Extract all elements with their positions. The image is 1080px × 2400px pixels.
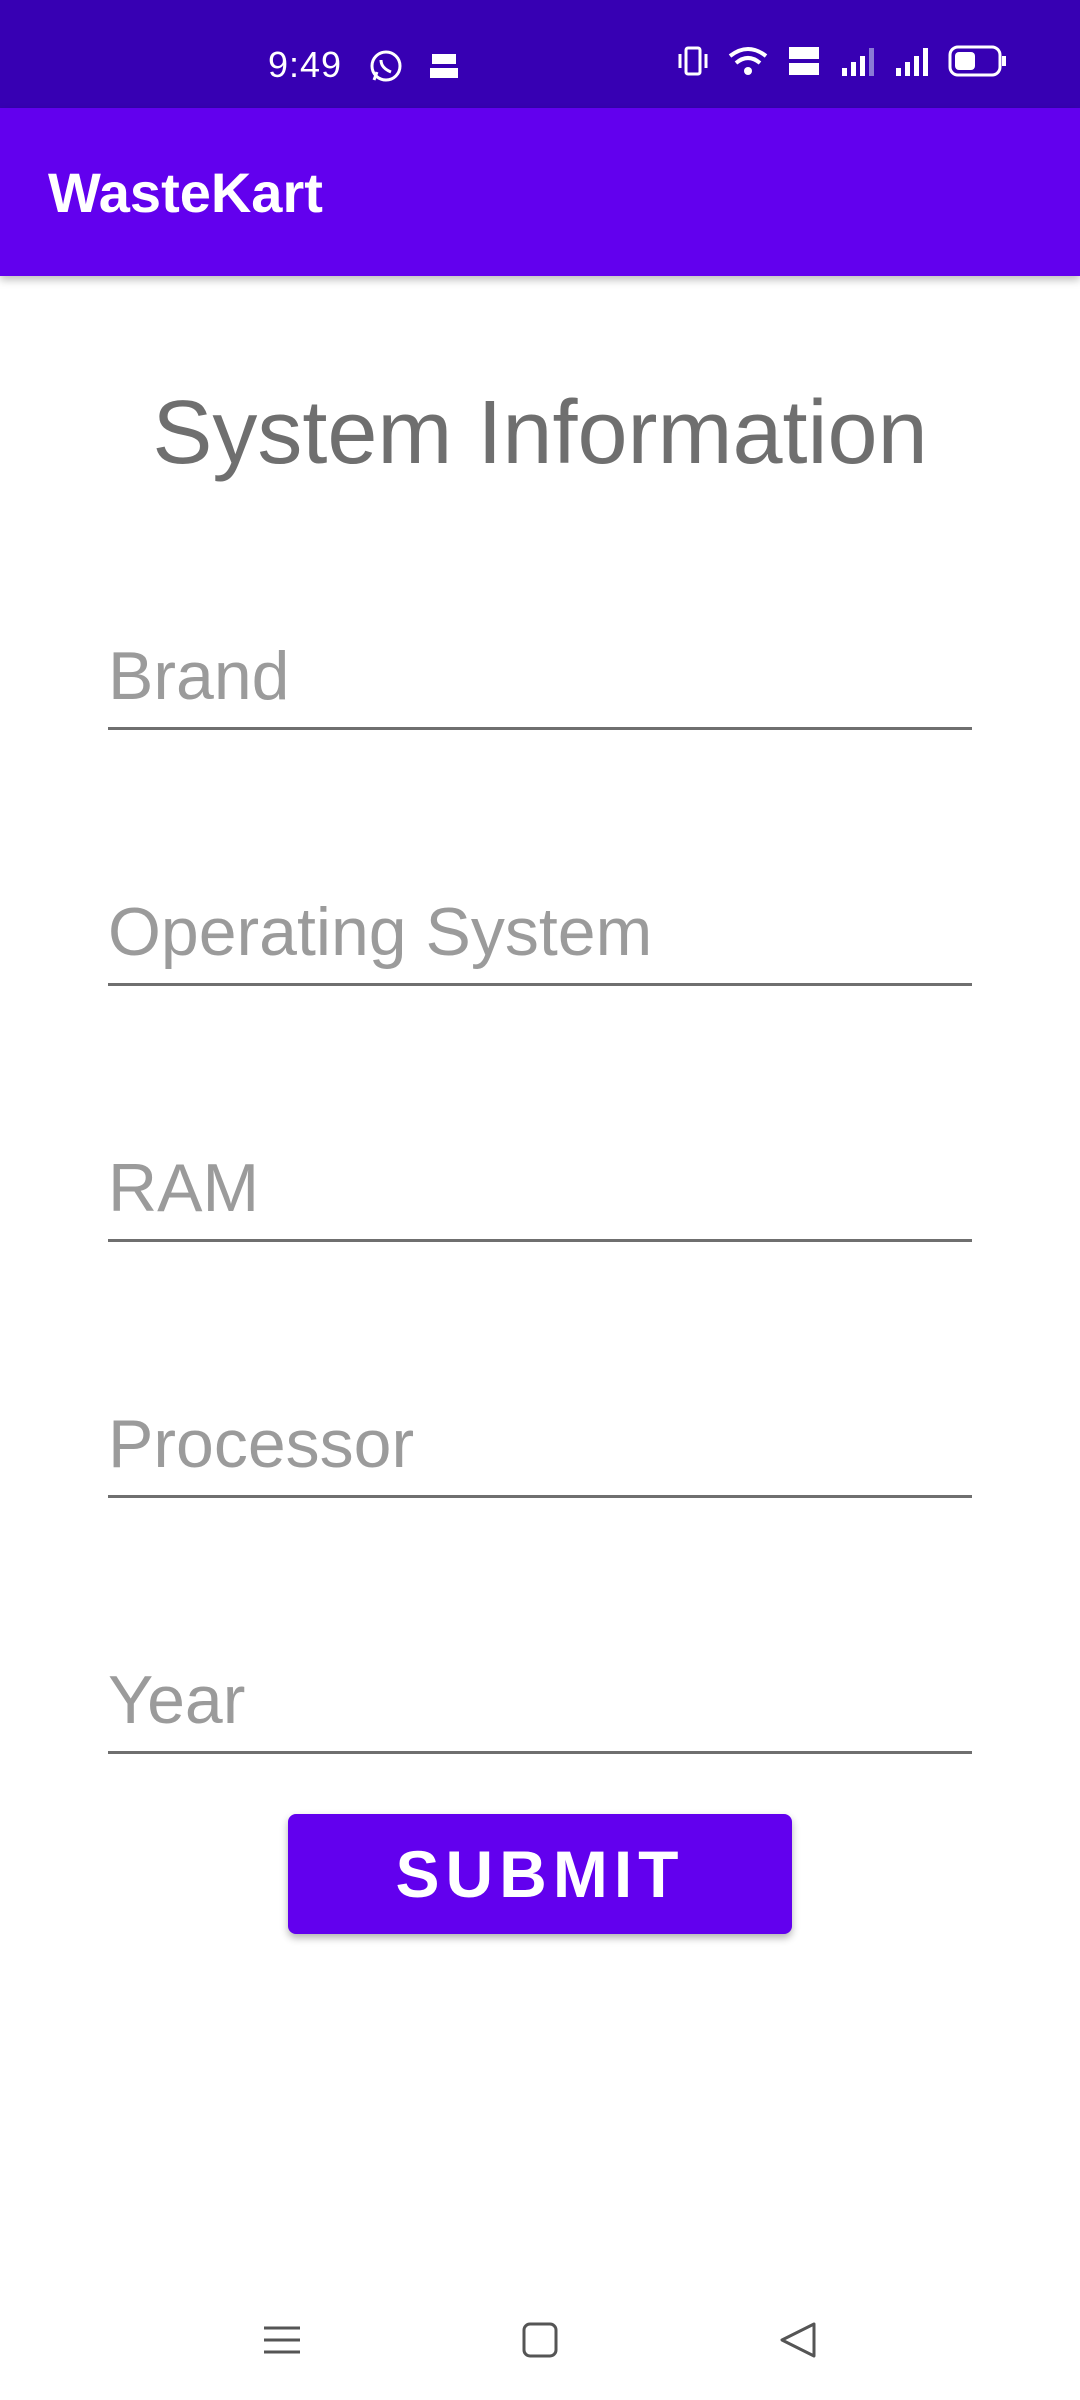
- operating-system-input[interactable]: [108, 893, 972, 971]
- brand-input[interactable]: [108, 637, 972, 715]
- volte-icon: [786, 44, 822, 83]
- vibrate-icon: [676, 44, 710, 83]
- year-input[interactable]: [108, 1661, 972, 1739]
- news-app-icon: [426, 48, 462, 89]
- signal-icon: [894, 44, 930, 83]
- app-title: WasteKart: [48, 161, 323, 224]
- processor-input[interactable]: [108, 1405, 972, 1483]
- back-icon[interactable]: [768, 2310, 828, 2370]
- wifi-icon: [728, 44, 768, 83]
- ram-input[interactable]: [108, 1149, 972, 1227]
- navigation-bar: [0, 2280, 1080, 2400]
- ram-field[interactable]: [108, 1122, 972, 1242]
- menu-icon[interactable]: [252, 2310, 312, 2370]
- page-title: System Information: [152, 383, 928, 483]
- operating-system-field[interactable]: [108, 866, 972, 986]
- status-time: 9:49: [268, 44, 343, 85]
- status-bar: 9:49: [0, 0, 1080, 108]
- app-bar: WasteKart: [0, 108, 1080, 276]
- home-icon[interactable]: [510, 2310, 570, 2370]
- signal-icon: [840, 44, 876, 83]
- processor-field[interactable]: [108, 1378, 972, 1498]
- year-field[interactable]: [108, 1634, 972, 1754]
- brand-field[interactable]: [108, 610, 972, 730]
- battery-icon: [948, 44, 1008, 83]
- whatsapp-icon: [368, 48, 404, 89]
- submit-button[interactable]: SUBMIT: [288, 1814, 792, 1934]
